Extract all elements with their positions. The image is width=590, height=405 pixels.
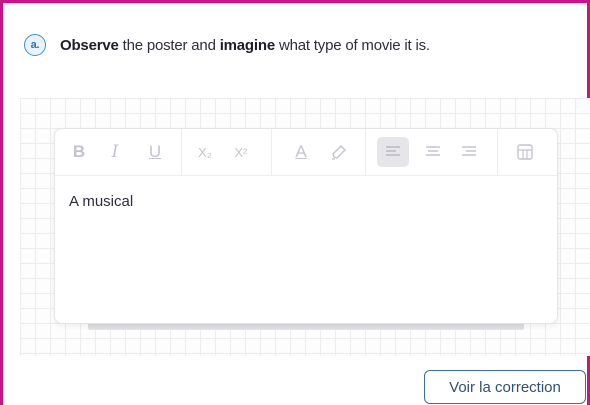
font-color-button[interactable]: A xyxy=(289,140,313,164)
rich-text-editor[interactable]: B I U X₂ X² A A musical xyxy=(54,128,558,324)
align-right-icon[interactable] xyxy=(457,140,481,164)
question-text-part: the poster and xyxy=(118,36,220,54)
toolbar-separator xyxy=(181,129,182,175)
toolbar-separator xyxy=(271,129,272,175)
question-text: Observe the poster and imagine what type… xyxy=(60,37,430,54)
show-correction-button[interactable]: Voir la correction xyxy=(424,370,586,404)
align-left-icon[interactable] xyxy=(377,137,409,167)
table-icon[interactable] xyxy=(513,140,537,164)
toolbar-separator xyxy=(497,129,498,175)
toolbar-separator xyxy=(365,129,366,175)
highlighter-icon[interactable] xyxy=(327,140,351,164)
underline-button[interactable]: U xyxy=(143,140,167,164)
superscript-button[interactable]: X² xyxy=(229,140,253,164)
editor-content[interactable]: A musical xyxy=(69,193,133,210)
subscript-button[interactable]: X₂ xyxy=(193,140,217,164)
bold-button[interactable]: B xyxy=(67,140,91,164)
question-text-part: what type of movie it is. xyxy=(274,36,430,54)
editor-toolbar: B I U X₂ X² A xyxy=(55,129,557,176)
italic-button[interactable]: I xyxy=(103,140,127,164)
keyword-imagine: imagine xyxy=(219,36,275,54)
align-center-icon[interactable] xyxy=(421,140,445,164)
keyword-observe: Observe xyxy=(60,36,119,54)
question: a. Observe the poster and imagine what t… xyxy=(24,34,430,56)
question-badge: a. xyxy=(24,34,46,56)
